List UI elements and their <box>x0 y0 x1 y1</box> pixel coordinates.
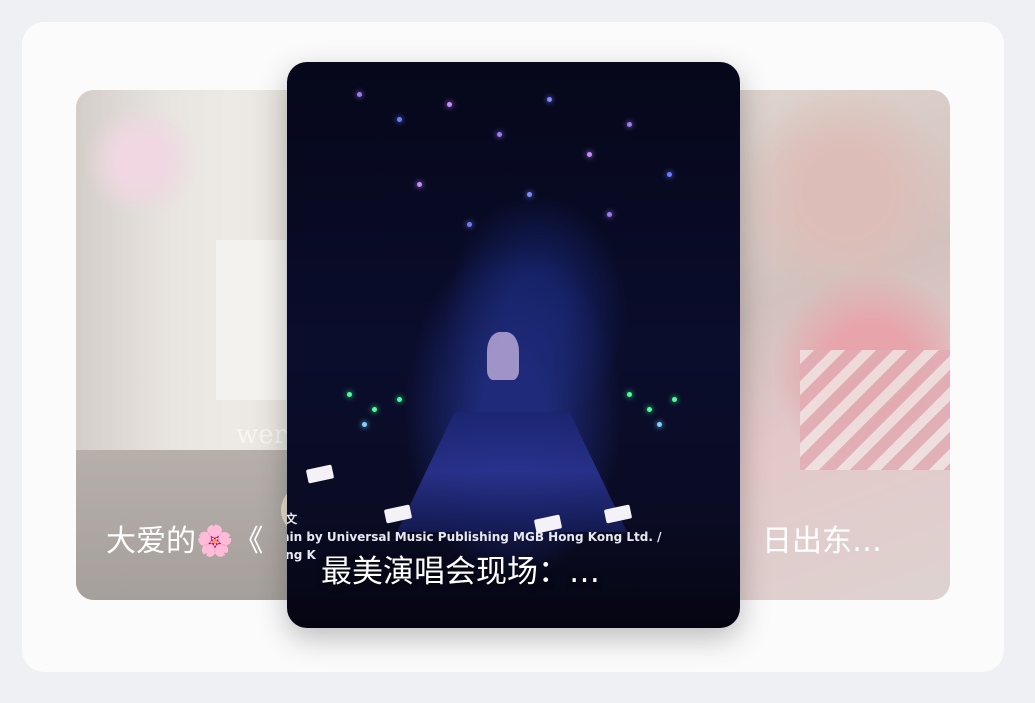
light-speck <box>397 117 402 122</box>
card-caption-right: 日出东… <box>762 524 882 559</box>
light-speck <box>397 397 402 402</box>
light-speck <box>417 182 422 187</box>
light-speck <box>527 192 532 197</box>
light-speck <box>447 102 452 107</box>
audience-phone-light <box>305 464 335 484</box>
music-credit-line: min by Universal Music Publishing MGB Ho… <box>287 530 662 544</box>
card-caption-center: 最美演唱会现场：… <box>321 554 600 590</box>
light-speck <box>467 222 472 227</box>
light-speck <box>657 422 662 427</box>
light-speck <box>587 152 592 157</box>
light-speck <box>362 422 367 427</box>
light-speck <box>347 392 352 397</box>
light-speck <box>647 407 652 412</box>
light-speck <box>357 92 362 97</box>
light-speck <box>607 212 612 217</box>
light-speck <box>497 132 502 137</box>
music-credit-line: a文 <box>287 512 298 526</box>
light-speck <box>627 122 632 127</box>
concert-performer <box>487 332 519 380</box>
light-speck <box>372 407 377 412</box>
carousel-card-center[interactable]: a文 min by Universal Music Publishing MGB… <box>287 62 740 628</box>
light-speck <box>547 97 552 102</box>
light-speck <box>627 392 632 397</box>
light-speck <box>672 397 677 402</box>
light-speck <box>667 172 672 177</box>
card-caption-left: 大爱的🌸《 <box>106 524 264 559</box>
